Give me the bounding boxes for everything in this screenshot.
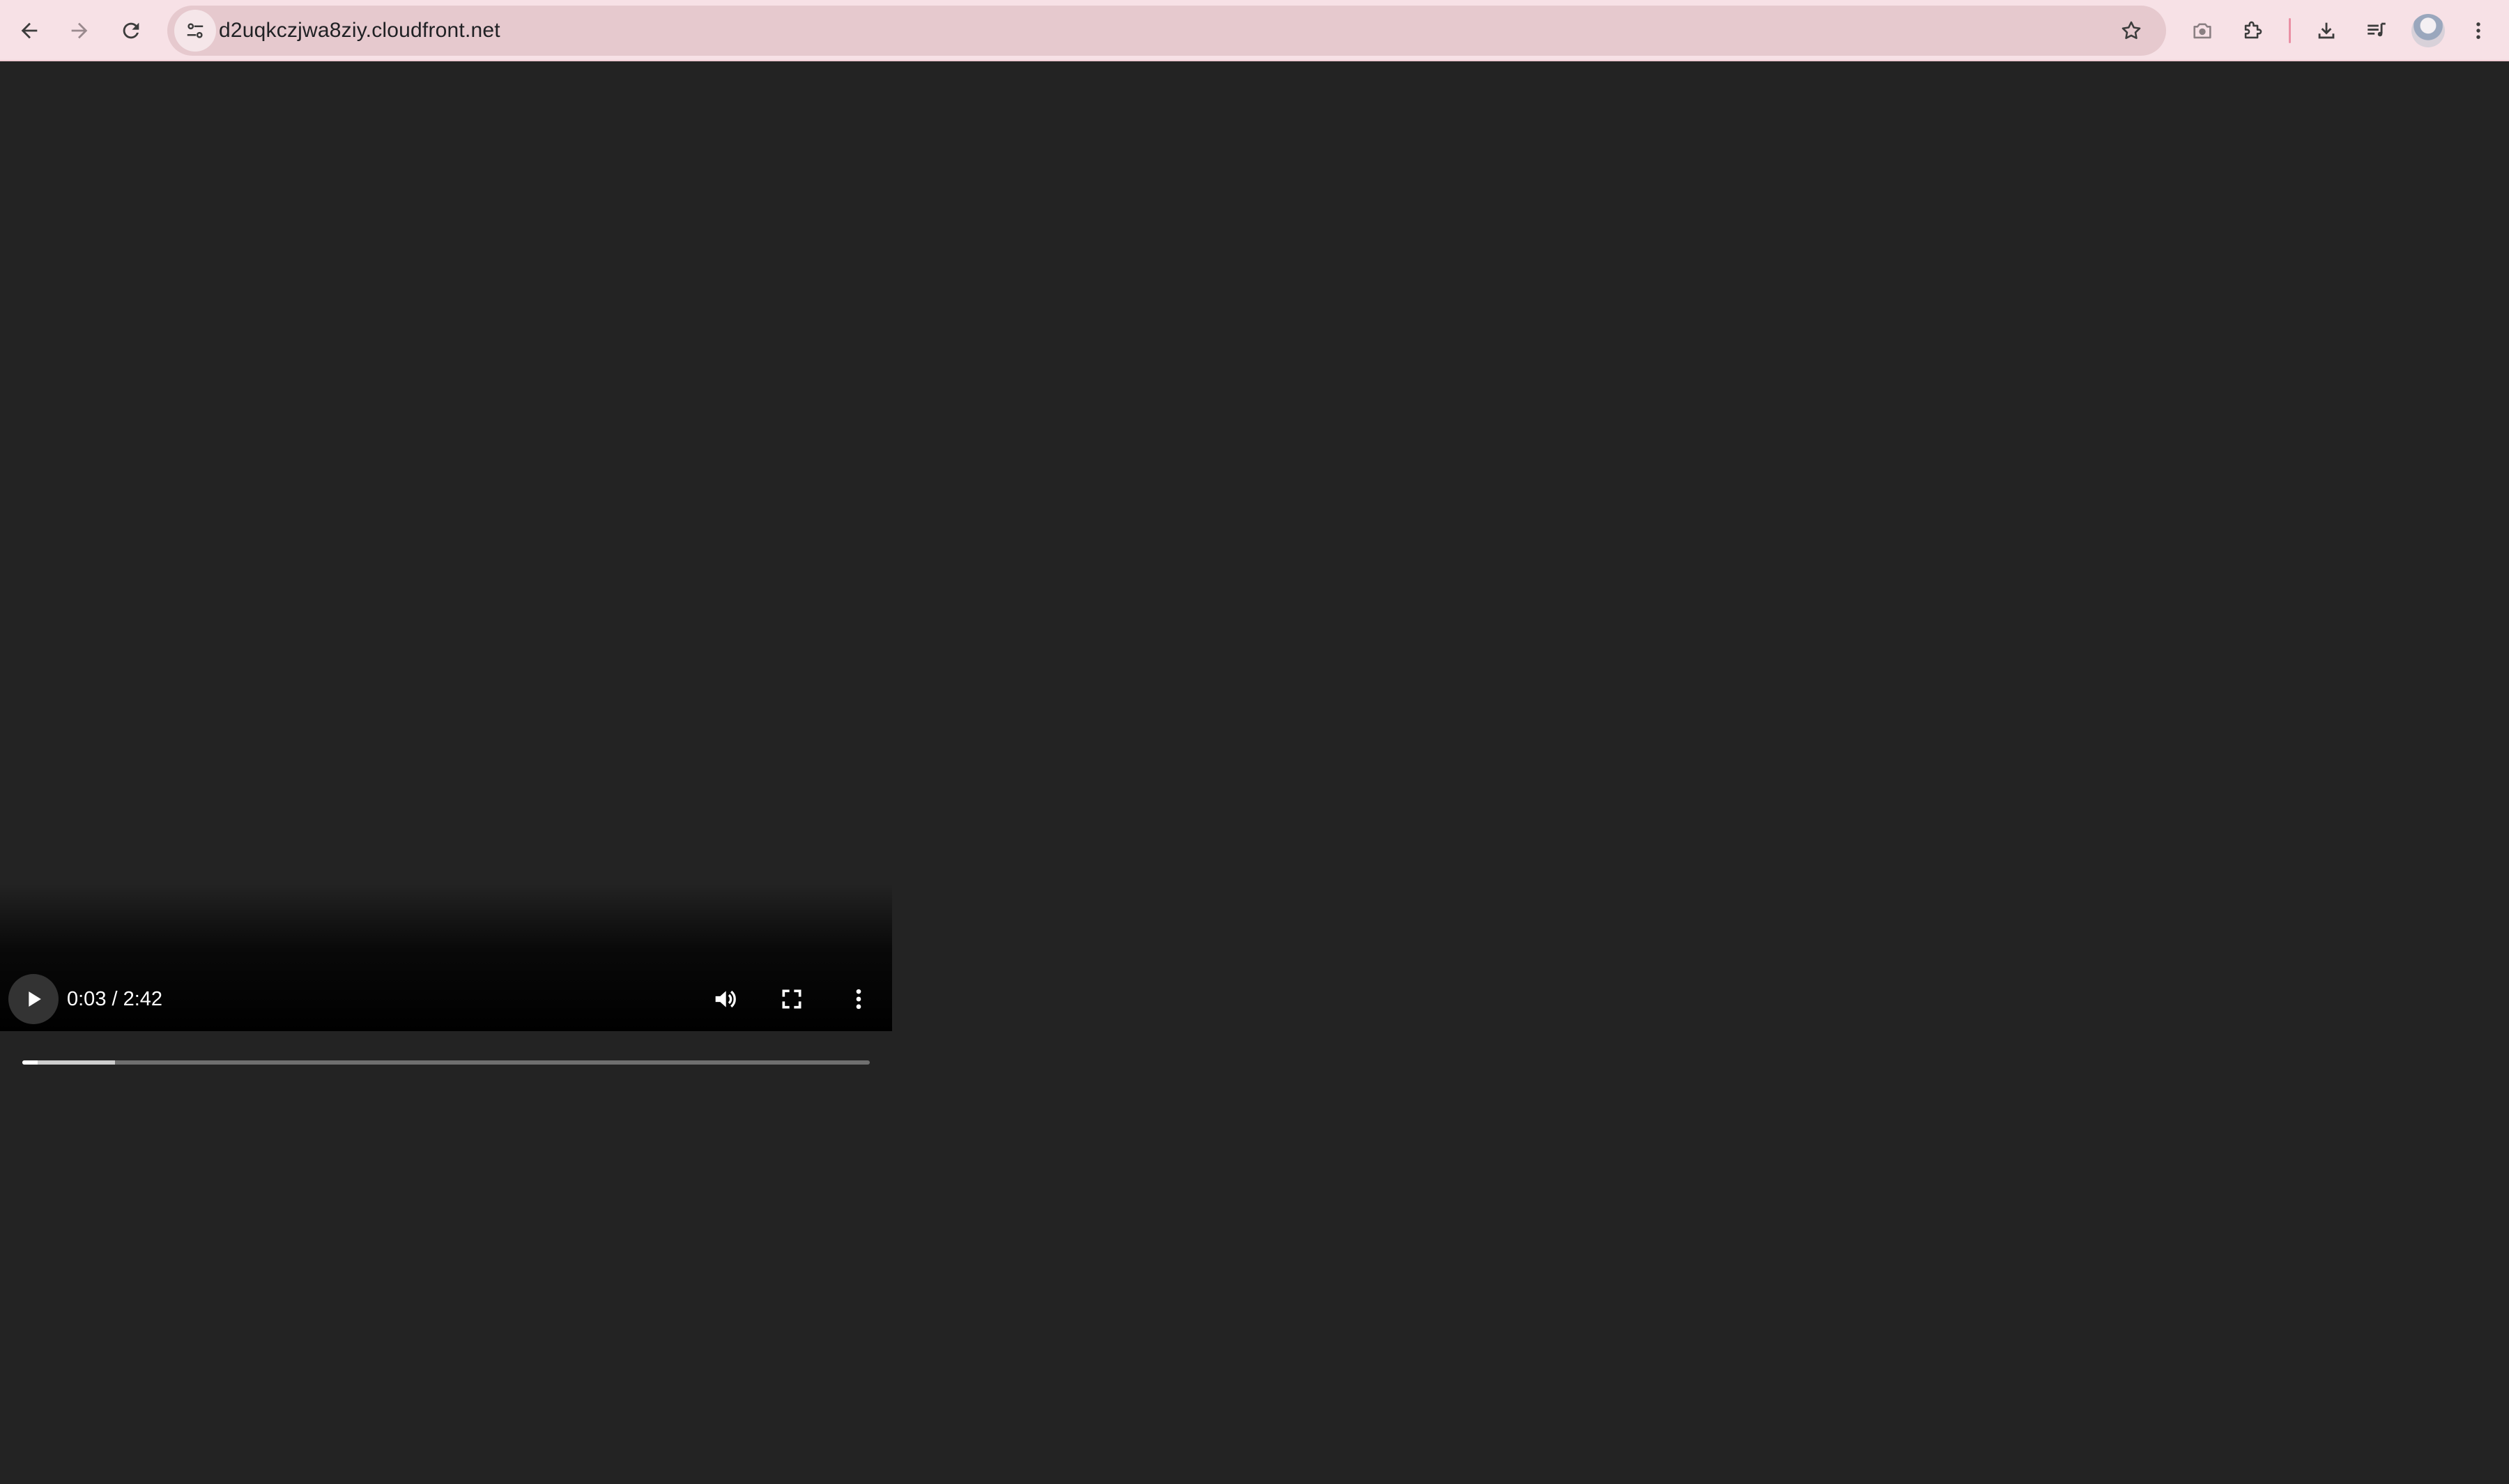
reload-button[interactable]: [110, 10, 152, 52]
fullscreen-button[interactable]: [767, 974, 817, 1024]
address-bar[interactable]: d2uqkczjwa8ziy.cloudfront.net: [167, 6, 2166, 56]
bookmark-star-icon: [2121, 21, 2141, 40]
profile-avatar[interactable]: [2411, 14, 2445, 47]
media-queue-icon: [2368, 22, 2386, 37]
mute-button[interactable]: [700, 974, 750, 1024]
site-info-icon: [187, 23, 204, 38]
camera-icon: [2193, 23, 2211, 39]
play-icon: [29, 991, 41, 1007]
more-vert-icon: [2476, 22, 2480, 39]
reload-icon: [123, 22, 139, 39]
extensions-button[interactable]: [2232, 10, 2273, 52]
play-button[interactable]: [8, 974, 59, 1024]
video-controls: 0:03 / 2:42: [0, 883, 892, 1065]
back-icon: [21, 22, 38, 39]
forward-icon: [71, 22, 88, 39]
more-options-button[interactable]: [834, 974, 884, 1024]
progress-bar: [22, 1060, 38, 1065]
forward-button[interactable]: [59, 10, 100, 52]
url-text[interactable]: d2uqkczjwa8ziy.cloudfront.net: [219, 6, 500, 56]
fullscreen-icon: [782, 989, 801, 1009]
time-display: 0:03 / 2:42: [67, 988, 163, 1010]
seek-bar[interactable]: [22, 1060, 870, 1065]
extensions-icon: [2244, 21, 2262, 39]
bookmark-button[interactable]: [2110, 10, 2152, 52]
volume-icon: [715, 990, 736, 1008]
page-content: 0:03 / 2:42: [0, 61, 2509, 1484]
screenshot-button[interactable]: [2181, 10, 2223, 52]
site-info-button[interactable]: [174, 10, 216, 52]
browser-toolbar: d2uqkczjwa8ziy.cloudfront.net: [0, 0, 2509, 61]
downloads-button[interactable]: [2305, 10, 2347, 52]
downloads-icon: [2318, 22, 2335, 39]
video-player[interactable]: 0:03 / 2:42: [0, 61, 892, 1065]
media-controls-button[interactable]: [2356, 10, 2397, 52]
toolbar-divider: [2289, 18, 2291, 43]
back-button[interactable]: [8, 10, 50, 52]
more-vert-icon: [856, 989, 861, 1010]
browser-menu-button[interactable]: [2457, 10, 2499, 52]
